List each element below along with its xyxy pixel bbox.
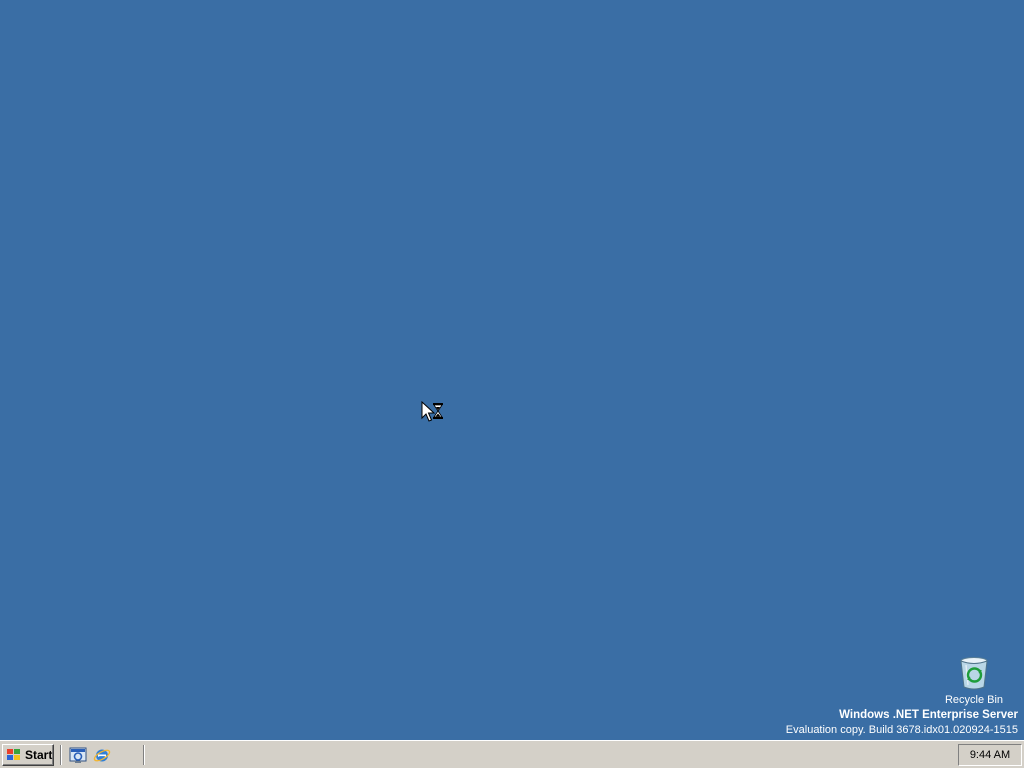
clock[interactable]: 9:44 AM bbox=[970, 749, 1010, 761]
taskbar-separator bbox=[60, 745, 62, 765]
windows-logo-icon bbox=[7, 749, 20, 760]
recycle-bin-shortcut[interactable]: Recycle Bin bbox=[942, 656, 1006, 706]
recycle-bin-label: Recycle Bin bbox=[944, 694, 1004, 706]
taskbar-separator bbox=[143, 745, 145, 765]
edition-watermark: Windows .NET Enterprise Server Evaluatio… bbox=[786, 708, 1018, 738]
desktop[interactable]: Recycle Bin Windows .NET Enterprise Serv… bbox=[0, 0, 1024, 740]
system-tray: 9:44 AM bbox=[958, 744, 1022, 766]
busy-cursor-icon bbox=[421, 401, 443, 422]
start-button[interactable]: Start bbox=[2, 744, 54, 766]
start-label: Start bbox=[25, 748, 53, 762]
edition-title: Windows .NET Enterprise Server bbox=[839, 709, 1018, 721]
build-info: Evaluation copy. Build 3678.idx01.020924… bbox=[785, 724, 1018, 736]
show-desktop-icon[interactable] bbox=[69, 746, 87, 764]
recycle-bin-icon bbox=[960, 657, 988, 690]
taskbar: Start 9:44 AM bbox=[0, 740, 1024, 768]
internet-explorer-icon[interactable] bbox=[93, 746, 111, 764]
